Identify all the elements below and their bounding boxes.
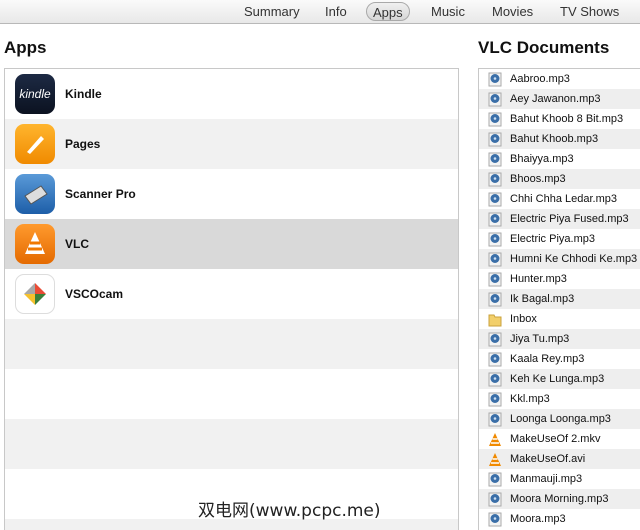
mp3-file-icon [488,332,502,346]
mp3-file-icon [488,392,502,406]
app-name: VLC [65,237,89,251]
document-name: Keh Ke Lunga.mp3 [510,373,605,385]
document-item[interactable]: Hunter.mp3 [479,269,640,289]
document-item[interactable]: Chhi Chha Ledar.mp3 [479,189,640,209]
document-name: Bahut Khoob.mp3 [510,133,599,145]
mp3-file-icon [488,152,502,166]
documents-list: Aabroo.mp3 Aey Jawanon.mp3 Bahut Khoob 8 B… [478,68,640,530]
vlc-icon [15,224,55,264]
mp3-file-icon [488,512,502,526]
document-item[interactable]: MakeUseOf.avi [479,449,640,469]
document-item[interactable]: Manmauji.mp3 [479,469,640,489]
mp3-file-icon [488,92,502,106]
document-item[interactable]: Moora.mp3 [479,509,640,529]
document-name: Moora Morning.mp3 [510,493,609,505]
document-name: Loonga Loonga.mp3 [510,413,611,425]
document-name: Ik Bagal.mp3 [510,293,575,305]
document-name: Aey Jawanon.mp3 [510,93,601,105]
document-item[interactable]: Aabroo.mp3 [479,69,640,89]
mp3-file-icon [488,172,502,186]
document-item[interactable]: Bahut Khoob.mp3 [479,129,640,149]
folder-icon [488,314,502,326]
tab-apps[interactable]: Apps [366,2,410,21]
watermark: 双电网(www.pcpc.me) [198,501,381,521]
app-name: VSCOcam [65,287,124,301]
app-name: Pages [65,137,101,151]
pages-icon [15,124,55,164]
tab-music[interactable]: Music [425,2,471,21]
document-name: Moora.mp3 [510,513,566,525]
mp3-file-icon [488,292,502,306]
document-item[interactable]: Ik Bagal.mp3 [479,289,640,309]
document-item[interactable]: Electric Piya.mp3 [479,229,640,249]
app-item-kindle[interactable]: kindle Kindle [5,69,458,119]
documents-heading: VLC Documents [478,38,610,57]
mp3-file-icon [488,192,502,206]
document-item[interactable]: Loonga Loonga.mp3 [479,409,640,429]
document-name: Kaala Rey.mp3 [510,353,585,365]
app-item-scanner[interactable]: Scanner Pro [5,169,458,219]
app-name: Scanner Pro [65,187,136,201]
tab-bar: Summary Info Apps Music Movies TV Shows [0,0,640,24]
document-name: Aabroo.mp3 [510,73,570,85]
kindle-icon: kindle [15,74,55,114]
document-item[interactable]: Bhoos.mp3 [479,169,640,189]
document-name: Chhi Chha Ledar.mp3 [510,193,618,205]
document-name: Humni Ke Chhodi Ke.mp3 [510,253,638,265]
document-name: MakeUseOf 2.mkv [510,433,601,445]
mp3-file-icon [488,492,502,506]
vscocam-icon [15,274,55,314]
tab-tv-shows[interactable]: TV Shows [554,2,625,21]
vlc-file-icon [489,452,501,466]
document-name: MakeUseOf.avi [510,453,586,465]
document-item[interactable]: Aey Jawanon.mp3 [479,89,640,109]
document-name: Bahut Khoob 8 Bit.mp3 [510,113,624,125]
document-name: Manmauji.mp3 [510,473,583,485]
mp3-file-icon [488,72,502,86]
mp3-file-icon [488,252,502,266]
tab-movies[interactable]: Movies [486,2,539,21]
mp3-file-icon [488,472,502,486]
mp3-file-icon [488,112,502,126]
app-name: Kindle [65,87,102,101]
document-item[interactable]: Inbox [479,309,640,329]
tab-summary[interactable]: Summary [238,2,306,21]
tab-info[interactable]: Info [319,2,353,21]
app-item-vsco[interactable]: VSCOcam [5,269,458,319]
empty-row [5,369,458,419]
scanner-icon [15,174,55,214]
document-name: Hunter.mp3 [510,273,567,285]
mp3-file-icon [488,212,502,226]
document-item[interactable]: Moora Morning.mp3 [479,489,640,509]
document-name: Electric Piya.mp3 [510,233,595,245]
document-name: Jiya Tu.mp3 [510,333,570,345]
mp3-file-icon [488,372,502,386]
app-item-pages[interactable]: Pages [5,119,458,169]
document-item[interactable]: Electric Piya Fused.mp3 [479,209,640,229]
mp3-file-icon [488,232,502,246]
app-item-vlc[interactable]: VLC [5,219,458,269]
vlc-file-icon [489,432,501,446]
document-item[interactable]: Humni Ke Chhodi Ke.mp3 [479,249,640,269]
apps-heading: Apps [4,38,47,57]
document-item[interactable]: Keh Ke Lunga.mp3 [479,369,640,389]
empty-row [5,319,458,369]
document-name: Electric Piya Fused.mp3 [510,213,629,225]
document-item[interactable]: Kaala Rey.mp3 [479,349,640,369]
document-name: Inbox [510,313,537,325]
document-name: Bhoos.mp3 [510,173,566,185]
mp3-file-icon [488,132,502,146]
mp3-file-icon [488,412,502,426]
document-name: Bhaiyya.mp3 [510,153,574,165]
document-item[interactable]: Jiya Tu.mp3 [479,329,640,349]
apps-list: kindle Kindle Pages Scanner Pro VLC VSCOcam [4,68,459,530]
document-item[interactable]: Bahut Khoob 8 Bit.mp3 [479,109,640,129]
document-name: Kkl.mp3 [510,393,550,405]
document-item[interactable]: Kkl.mp3 [479,389,640,409]
mp3-file-icon [488,352,502,366]
document-item[interactable]: Bhaiyya.mp3 [479,149,640,169]
document-item[interactable]: MakeUseOf 2.mkv [479,429,640,449]
mp3-file-icon [488,272,502,286]
empty-row [5,419,458,469]
